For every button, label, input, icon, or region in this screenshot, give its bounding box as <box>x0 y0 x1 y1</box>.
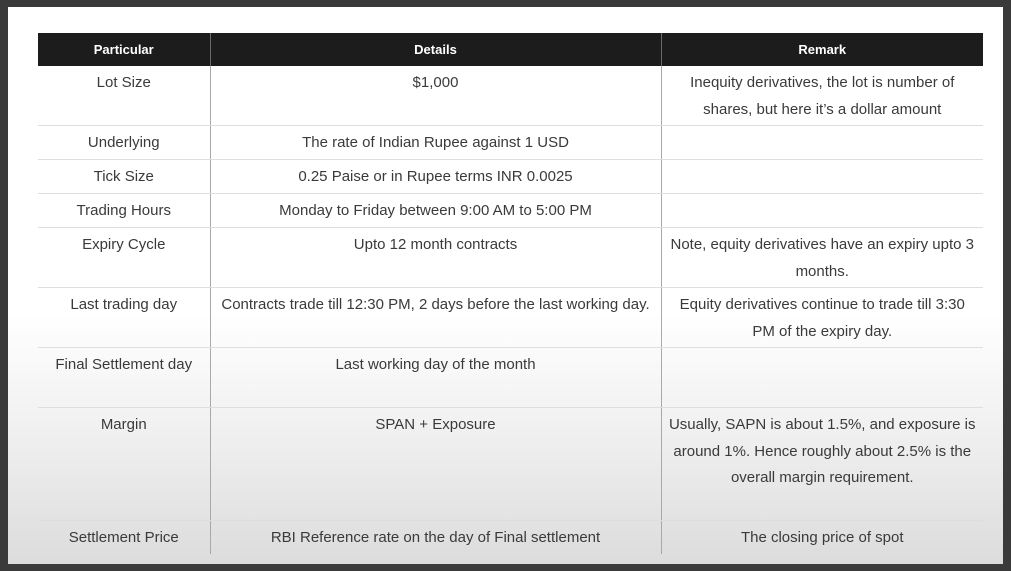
cell-remark: The closing price of spot <box>740 529 904 546</box>
cell-remark: Inequity derivatives, the lot is number … <box>661 66 983 126</box>
table-row: Trading Hours Monday to Friday between 9… <box>38 193 983 228</box>
table-row: Last trading day Contracts trade till 12… <box>38 287 983 348</box>
cell-details: Contracts trade till 12:30 PM, 2 days be… <box>210 287 662 348</box>
header-row: Particular Details Remark <box>38 33 983 66</box>
cell-particular: Final Settlement day <box>38 347 211 408</box>
cell-remark <box>661 125 983 160</box>
cell-remark: Usually, SAPN is about 1.5%, and exposur… <box>661 407 983 521</box>
cell-details: Upto 12 month contracts <box>210 227 662 288</box>
cell-details: 0.25 Paise or in Rupee terms INR 0.0025 <box>210 159 662 194</box>
cell-particular: Margin <box>38 407 211 521</box>
cell-remark <box>661 193 983 228</box>
header-particular: Particular <box>38 33 211 66</box>
currency-futures-spec-table: Particular Details Remark Lot Size $1,00… <box>38 33 983 554</box>
cell-details: Monday to Friday between 9:00 AM to 5:00… <box>210 193 662 228</box>
cell-remark: Note, equity derivatives have an expiry … <box>661 227 983 288</box>
table-row: Settlement Price RBI Reference rate on t… <box>38 520 983 554</box>
table-body: Lot Size $1,000 Inequity derivatives, th… <box>38 66 983 554</box>
table-row: Final Settlement day Last working day of… <box>38 347 983 408</box>
header-remark: Remark <box>661 33 983 66</box>
slide-frame: Particular Details Remark Lot Size $1,00… <box>8 7 1003 564</box>
table-row: Tick Size 0.25 Paise or in Rupee terms I… <box>38 159 983 194</box>
cell-details: $1,000 <box>210 66 662 126</box>
cell-details: SPAN + Exposure <box>210 407 662 521</box>
cell-details: Last working day of the month <box>210 347 662 408</box>
cell-details: The rate of Indian Rupee against 1 USD <box>210 125 662 160</box>
header-details: Details <box>210 33 662 66</box>
cell-remark <box>661 159 983 194</box>
table-row: Margin SPAN + Exposure Usually, SAPN is … <box>38 407 983 521</box>
cell-particular: Lot Size <box>38 66 211 126</box>
table-row: Lot Size $1,000 Inequity derivatives, th… <box>38 66 983 126</box>
cell-remark <box>661 347 983 408</box>
cell-particular: Settlement Price <box>38 520 211 554</box>
cell-particular: Trading Hours <box>38 193 211 228</box>
table-row: Expiry Cycle Upto 12 month contracts Not… <box>38 227 983 288</box>
table-header: Particular Details Remark <box>38 33 983 66</box>
cell-remark: Equity derivatives continue to trade til… <box>661 287 983 348</box>
cell-particular: Expiry Cycle <box>38 227 211 288</box>
cell-particular: Underlying <box>38 125 211 160</box>
cell-details: RBI Reference rate on the day of Final s… <box>210 520 662 554</box>
cell-particular: Tick Size <box>38 159 211 194</box>
cell-particular: Last trading day <box>38 287 211 348</box>
table-row: Underlying The rate of Indian Rupee agai… <box>38 125 983 160</box>
